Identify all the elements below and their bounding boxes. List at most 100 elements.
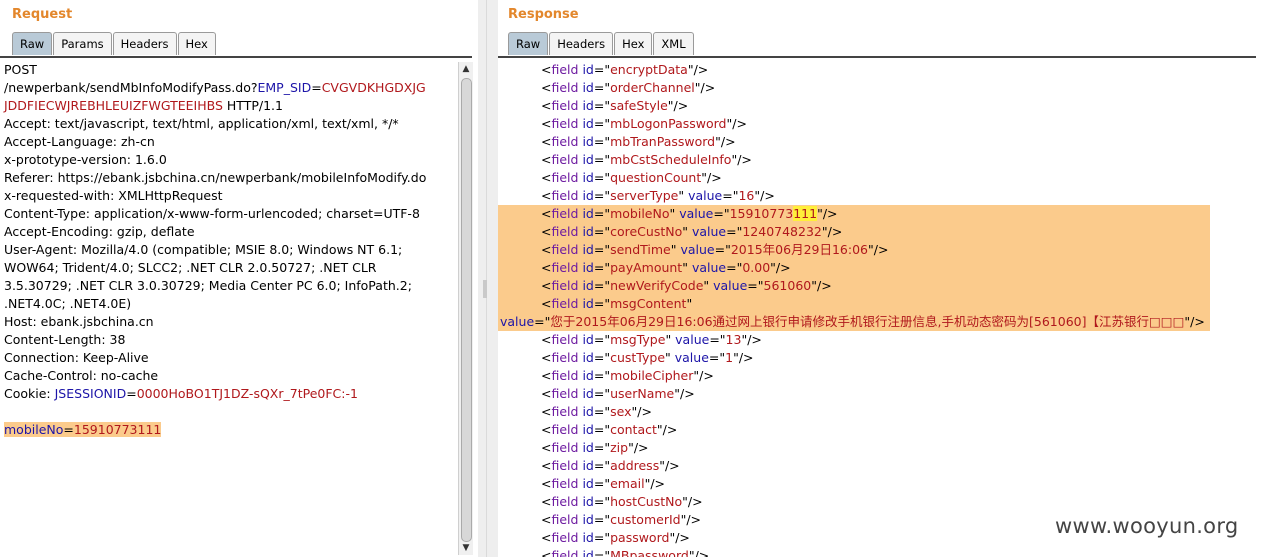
punct: =" bbox=[593, 368, 611, 383]
xml-field-line: <field id="custType" value="1"/> bbox=[498, 349, 1261, 367]
tag-name: field bbox=[551, 260, 579, 275]
text-segment: 3.5.30729; .NET CLR 3.0.30729; Media Cen… bbox=[4, 278, 412, 293]
text-segment: = bbox=[126, 386, 137, 401]
line-content: WOW64; Trident/4.0; SLCC2; .NET CLR 2.0.… bbox=[4, 260, 376, 275]
tab-hex[interactable]: Hex bbox=[614, 32, 653, 55]
punct: " bbox=[686, 296, 693, 311]
punct: < bbox=[541, 278, 552, 293]
attr-value: questionCount bbox=[610, 170, 702, 185]
tab-hex[interactable]: Hex bbox=[177, 32, 216, 55]
text-segment: Host: ebank.jsbchina.cn bbox=[4, 314, 154, 329]
punct: =" bbox=[593, 494, 611, 509]
attr-name: id bbox=[578, 170, 594, 185]
punct: =" bbox=[593, 242, 611, 257]
attr-name: id bbox=[578, 512, 594, 527]
request-panel: Request Raw Params Headers Hex POST/newp… bbox=[0, 0, 478, 557]
line-content: Referer: https://ebank.jsbchina.cn/newpe… bbox=[4, 170, 426, 185]
tag-name: field bbox=[551, 62, 579, 77]
tab-headers[interactable]: Headers bbox=[549, 32, 614, 55]
attr-value: payAmount bbox=[610, 260, 683, 275]
line-content: x-requested-with: XMLHttpRequest bbox=[4, 188, 223, 203]
tab-params[interactable]: Params bbox=[53, 32, 112, 55]
text-segment: Content-Length: 38 bbox=[4, 332, 126, 347]
xml-field-line: <field id="mobileCipher"/> bbox=[498, 367, 1261, 385]
attr-value: 16 bbox=[738, 188, 755, 203]
tag-name: field bbox=[551, 548, 579, 557]
xml-field-line: <field id="MBpassword"/> bbox=[498, 547, 1261, 557]
request-line: POST bbox=[4, 61, 456, 79]
punct: < bbox=[541, 296, 552, 311]
xml-field-line: <field id="safeStyle"/> bbox=[498, 97, 1261, 115]
line-content: x-prototype-version: 1.6.0 bbox=[4, 152, 167, 167]
xml-field-line: <field id="mbCstScheduleInfo"/> bbox=[498, 151, 1261, 169]
scroll-down-icon[interactable]: ▼ bbox=[459, 541, 473, 555]
attr-value: 1240748232 bbox=[742, 224, 822, 239]
text-segment: 15910773111 bbox=[73, 422, 162, 437]
punct: =" bbox=[593, 188, 611, 203]
attr-value: safeStyle bbox=[610, 98, 668, 113]
attr-name: id bbox=[578, 404, 594, 419]
attr-value: userName bbox=[610, 386, 675, 401]
attr-value: 561060 bbox=[763, 278, 812, 293]
attr-name: id bbox=[578, 368, 594, 383]
request-editor[interactable]: POST/newperbank/sendMbInfoModifyPass.do?… bbox=[4, 61, 456, 439]
attr-value: mbTranPassword bbox=[610, 134, 716, 149]
punct: /> bbox=[747, 332, 762, 347]
text-segment: EMP_SID bbox=[257, 80, 312, 95]
attr-value: MBpassword bbox=[610, 548, 689, 557]
punct: /> bbox=[686, 512, 702, 527]
punct: =" bbox=[593, 278, 611, 293]
attr-value: serverType bbox=[610, 188, 679, 203]
attr-value: coreCustNo bbox=[610, 224, 683, 239]
punct: /> bbox=[700, 80, 716, 95]
scroll-up-icon[interactable]: ▲ bbox=[459, 62, 473, 76]
splitter[interactable] bbox=[486, 0, 487, 557]
punct: < bbox=[541, 152, 552, 167]
attr-name: id bbox=[578, 80, 594, 95]
request-line: mobileNo=15910773111 bbox=[4, 421, 456, 439]
punct: /> bbox=[673, 98, 689, 113]
request-line bbox=[4, 403, 456, 421]
scroll-thumb[interactable] bbox=[461, 78, 472, 542]
attr-value: zip bbox=[610, 440, 629, 455]
text-segment: JDDFIECWJREBHLEUIZFWGTEEIHBS bbox=[4, 98, 223, 113]
request-line: x-requested-with: XMLHttpRequest bbox=[4, 187, 456, 205]
text-segment: HTTP/1.1 bbox=[222, 98, 283, 113]
punct: /> bbox=[699, 368, 714, 383]
tab-raw[interactable]: Raw bbox=[12, 32, 53, 55]
punct: /> bbox=[737, 152, 752, 167]
attr-value: msgType bbox=[610, 332, 666, 347]
text-segment: Cookie: bbox=[4, 386, 55, 401]
attr-name: id bbox=[578, 188, 594, 203]
punct: =" bbox=[726, 260, 743, 275]
line-content: POST bbox=[4, 62, 37, 77]
line-content: Content-Type: application/x-www-form-url… bbox=[4, 206, 420, 221]
request-scrollbar[interactable]: ▲ ▼ bbox=[458, 62, 473, 555]
highlighted-digits: 111 bbox=[793, 206, 818, 221]
tab-xml[interactable]: XML bbox=[653, 32, 694, 55]
splitter-grip-icon[interactable] bbox=[483, 280, 487, 298]
attr-name: id bbox=[578, 440, 594, 455]
punct: /> bbox=[680, 386, 695, 401]
punct: =" bbox=[593, 548, 611, 557]
request-line: JDDFIECWJREBHLEUIZFWGTEEIHBS HTTP/1.1 bbox=[4, 97, 456, 115]
response-editor[interactable]: <field id="encryptData"/> <field id="orde… bbox=[498, 61, 1261, 557]
request-line: Accept-Language: zh-cn bbox=[4, 133, 456, 151]
request-line: .NET4.0C; .NET4.0E) bbox=[4, 295, 456, 313]
tab-headers[interactable]: Headers bbox=[112, 32, 177, 55]
tab-raw[interactable]: Raw bbox=[508, 32, 549, 55]
line-content: Cache-Control: no-cache bbox=[4, 368, 158, 383]
punct: /> bbox=[822, 206, 838, 221]
text-segment: POST bbox=[4, 62, 37, 77]
xml-field-line: <field id="contact"/> bbox=[498, 421, 1261, 439]
request-line: Accept: text/javascript, text/html, appl… bbox=[4, 115, 456, 133]
tag-name: field bbox=[551, 386, 579, 401]
xml-field-line: <field id="serverType" value="16"/> bbox=[498, 187, 1261, 205]
punct: =" bbox=[593, 260, 611, 275]
punct: /> bbox=[650, 476, 666, 491]
punct: =" bbox=[593, 386, 611, 401]
punct: /> bbox=[693, 62, 709, 77]
attr-value: 15910773 bbox=[729, 206, 794, 221]
line-content: User-Agent: Mozilla/4.0 (compatible; MSI… bbox=[4, 242, 402, 257]
tab-underline bbox=[498, 56, 1256, 58]
